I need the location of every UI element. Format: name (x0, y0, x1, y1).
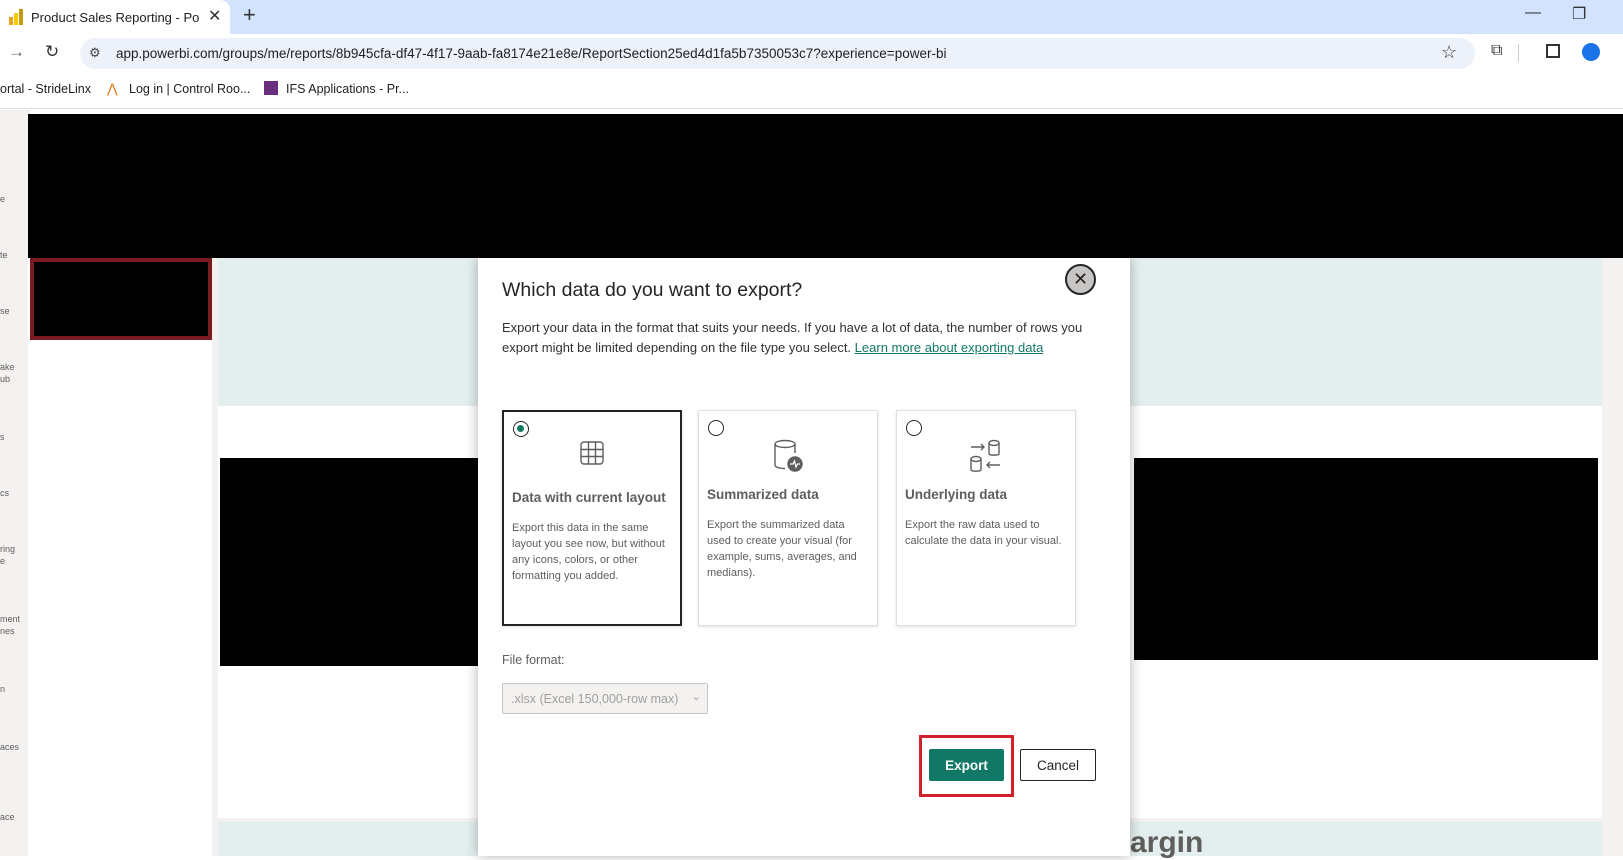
cancel-button[interactable]: Cancel (1020, 749, 1096, 781)
rail-label[interactable]: cs (0, 488, 9, 498)
database-activity-icon (699, 439, 877, 473)
option-underlying-data[interactable]: Underlying data Export the raw data used… (896, 410, 1076, 626)
dialog-title: Which data do you want to export? (502, 279, 803, 301)
rail-label[interactable]: ake (0, 362, 15, 372)
option-title: Underlying data (905, 487, 1008, 502)
extensions-icon[interactable]: ⧉ (1491, 42, 1502, 60)
redacted-header (28, 114, 1623, 258)
url-text[interactable]: app.powerbi.com/groups/me/reports/8b945c… (116, 46, 946, 61)
data-transfer-icon (897, 439, 1075, 473)
rail-label[interactable]: ring (0, 544, 15, 554)
option-title: Summarized data (707, 487, 819, 502)
option-description: Export this data in the same layout you … (512, 522, 665, 582)
rail-label[interactable]: s (0, 432, 5, 442)
minimize-icon[interactable]: — (1525, 4, 1541, 22)
profile-avatar-icon[interactable] (1582, 43, 1600, 61)
rail-label[interactable]: aces (0, 742, 19, 752)
new-tab-icon[interactable]: + (243, 2, 256, 28)
forward-icon[interactable]: → (8, 42, 25, 62)
tab-close-icon[interactable]: ✕ (208, 6, 221, 26)
option-description: Export the raw data used to calculate th… (905, 519, 1062, 547)
radio-unselected[interactable] (906, 420, 922, 436)
rail-label[interactable]: ub (0, 374, 10, 384)
powerbi-left-rail: e te se ake ub s cs ring e ment nes n ac… (0, 110, 29, 856)
file-format-dropdown[interactable]: .xlsx (Excel 150,000-row max) ⌄ (502, 683, 708, 714)
rail-label[interactable]: ment (0, 614, 20, 624)
radio-selected[interactable] (513, 421, 529, 437)
rail-label[interactable]: ace (0, 812, 15, 822)
site-info-icon[interactable]: ⚙ (89, 45, 101, 61)
background-visual-title: argin (1130, 826, 1204, 859)
file-format-value: .xlsx (Excel 150,000-row max) (511, 692, 679, 706)
redacted-visual-left (220, 458, 480, 666)
dialog-close-icon[interactable]: ✕ (1065, 264, 1096, 295)
pages-pane (28, 258, 213, 856)
learn-more-link[interactable]: Learn more about exporting data (855, 340, 1044, 355)
rail-label[interactable]: n (0, 684, 5, 694)
bookmark-stridelinx[interactable]: ortal - StrideLinx (0, 82, 91, 96)
rail-label[interactable]: se (0, 306, 10, 316)
option-summarized-data[interactable]: Summarized data Export the summarized da… (698, 410, 878, 626)
tab-title: Product Sales Reporting - Powe (31, 10, 199, 25)
rail-label[interactable]: nes (0, 626, 15, 636)
option-description: Export the summarized data used to creat… (707, 519, 857, 579)
bookmark-ifs-applications[interactable]: IFS Applications - Pr... (286, 82, 409, 96)
side-panel-icon[interactable] (1546, 44, 1560, 58)
restore-icon[interactable]: ❐ (1572, 4, 1586, 24)
rail-label[interactable]: e (0, 194, 5, 204)
file-format-label: File format: (502, 653, 565, 667)
radio-unselected[interactable] (708, 420, 724, 436)
bookmark-star-icon[interactable]: ☆ (1441, 42, 1457, 63)
table-icon (504, 440, 680, 466)
reload-icon[interactable]: ↻ (45, 42, 59, 62)
bookmark-control-room[interactable]: Log in | Control Roo... (129, 82, 250, 96)
rail-label[interactable]: te (0, 250, 8, 260)
option-data-with-current-layout[interactable]: Data with current layout Export this dat… (502, 410, 682, 626)
toolbar-divider (1518, 44, 1519, 62)
ifs-logo-icon (264, 81, 278, 95)
powerbi-logo-icon (9, 9, 23, 30)
dialog-description: Export your data in the format that suit… (502, 318, 1092, 358)
controlroom-logo-icon: ⋀ (107, 81, 118, 96)
redacted-visual-right (1134, 458, 1598, 660)
selected-page-redacted[interactable] (30, 258, 212, 340)
export-button[interactable]: Export (929, 749, 1004, 781)
rail-label[interactable]: e (0, 556, 5, 566)
chevron-down-icon: ⌄ (691, 691, 701, 703)
option-title: Data with current layout (512, 490, 666, 505)
